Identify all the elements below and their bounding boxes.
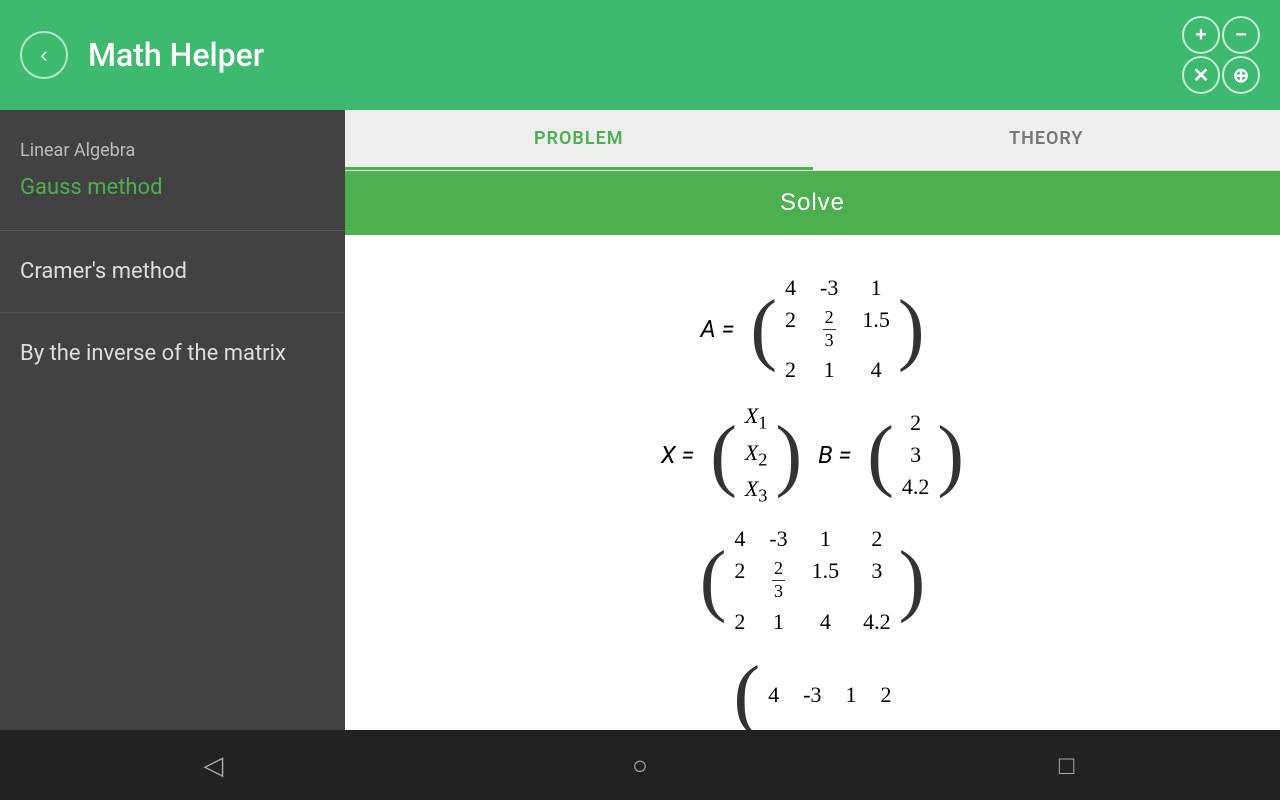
app-title: Math Helper [88, 36, 1182, 74]
cell-x2: X2 [745, 440, 768, 470]
vector-x-wrapper: ( X1 X2 X3 ) [710, 403, 802, 506]
cell-a13: 1 [862, 275, 890, 301]
cell-b1: 2 [902, 410, 930, 436]
vector-x-label: X = [661, 441, 694, 469]
augmented-matrix-block: ( 4 -3 1 2 2 23 1.5 3 2 1 4 4.2 [385, 526, 1240, 634]
zoom-in-button[interactable]: + [1182, 16, 1220, 54]
next-a14: 2 [880, 682, 891, 708]
aug-a31: 2 [734, 609, 745, 635]
aug-a14: 2 [863, 526, 891, 552]
sidebar-item-gauss[interactable]: Gauss method [0, 165, 345, 220]
zoom-out-button[interactable]: − [1222, 16, 1260, 54]
aug-a34: 4.2 [863, 609, 891, 635]
next-matrix-block: ( 4 -3 1 2 [385, 655, 1240, 730]
aug-bracket-right: ) [899, 540, 926, 620]
vector-b-bracket-left: ( [867, 415, 894, 495]
vector-b-label: B = [818, 441, 851, 469]
nav-back-button[interactable]: ◁ [183, 735, 243, 795]
cell-a11: 4 [785, 275, 796, 301]
close-button[interactable]: ✕ [1182, 56, 1220, 94]
matrix-a-bracket-right: ) [898, 289, 925, 369]
aug-a23: 1.5 [812, 558, 840, 602]
vector-b-wrapper: ( 2 3 4.2 ) [867, 410, 964, 500]
matrix-a-bracket-left: ( [750, 289, 777, 369]
zoom-plus-circle-button[interactable]: ⊕ [1222, 56, 1260, 94]
nav-recents-button[interactable]: □ [1037, 735, 1097, 795]
sidebar-item-cramer[interactable]: Cramer's method [0, 241, 345, 302]
vector-b-grid: 2 3 4.2 [902, 410, 930, 500]
aug-a22: 23 [769, 558, 787, 602]
nav-home-button[interactable]: ○ [610, 735, 670, 795]
augmented-matrix-wrapper: ( 4 -3 1 2 2 23 1.5 3 2 1 4 4.2 [700, 526, 926, 634]
cell-a23: 1.5 [862, 307, 890, 351]
augmented-grid: 4 -3 1 2 2 23 1.5 3 2 1 4 4.2 [734, 526, 890, 634]
cell-b2: 3 [902, 442, 930, 468]
next-matrix-grid: 4 -3 1 2 [768, 682, 891, 708]
cell-a32: 1 [820, 357, 838, 383]
vector-x-bracket-left: ( [710, 415, 737, 495]
next-a12: -3 [803, 682, 821, 708]
top-bar: ‹ Math Helper + − ✕ ⊕ [0, 0, 1280, 110]
zoom-controls: + − ✕ ⊕ [1182, 16, 1260, 94]
math-content: A = ( 4 -3 1 2 23 1.5 2 1 4 ) [345, 235, 1280, 730]
cell-a21: 2 [785, 307, 796, 351]
aug-a13: 1 [812, 526, 840, 552]
vectors-xb-block: X = ( X1 X2 X3 ) B = ( 2 3 4.2 [385, 403, 1240, 506]
aug-a24: 3 [863, 558, 891, 602]
matrix-a-block: A = ( 4 -3 1 2 23 1.5 2 1 4 ) [385, 275, 1240, 383]
next-a11: 4 [768, 682, 779, 708]
next-a13: 1 [845, 682, 856, 708]
matrix-a-label: A = [701, 315, 735, 343]
aug-a21: 2 [734, 558, 745, 602]
sidebar-item-inverse[interactable]: By the inverse of the matrix [0, 323, 345, 384]
aug-a32: 1 [769, 609, 787, 635]
cell-b3: 4.2 [902, 474, 930, 500]
aug-a11: 4 [734, 526, 745, 552]
tab-problem[interactable]: PROBLEM [345, 110, 813, 170]
sidebar-divider-2 [0, 312, 345, 313]
next-matrix-wrapper: ( 4 -3 1 2 [734, 655, 892, 730]
back-button[interactable]: ‹ [20, 31, 68, 79]
sidebar-divider-1 [0, 230, 345, 231]
bottom-nav: ◁ ○ □ [0, 730, 1280, 800]
vector-x-bracket-right: ) [775, 415, 802, 495]
sidebar: Linear Algebra Gauss method Cramer's met… [0, 110, 345, 730]
cell-x1: X1 [745, 403, 768, 433]
aug-bracket-left: ( [700, 540, 727, 620]
tab-theory[interactable]: THEORY [813, 110, 1280, 170]
cell-a33: 4 [862, 357, 890, 383]
aug-a12: -3 [769, 526, 787, 552]
vector-b-bracket-right: ) [937, 415, 964, 495]
solve-button-container: Solve [345, 171, 1280, 235]
main-area: Linear Algebra Gauss method Cramer's met… [0, 110, 1280, 730]
content-area: PROBLEM THEORY Solve A = ( 4 -3 1 2 23 [345, 110, 1280, 730]
tabs-bar: PROBLEM THEORY [345, 110, 1280, 171]
cell-x3: X3 [745, 476, 768, 506]
solve-button[interactable]: Solve [780, 189, 845, 217]
matrix-a-grid: 4 -3 1 2 23 1.5 2 1 4 [785, 275, 890, 383]
cell-a12: -3 [820, 275, 838, 301]
cell-a22: 23 [820, 307, 838, 351]
cell-a31: 2 [785, 357, 796, 383]
sidebar-section-label: Linear Algebra [0, 130, 345, 165]
vector-x-grid: X1 X2 X3 [745, 403, 768, 506]
matrix-a-wrapper: ( 4 -3 1 2 23 1.5 2 1 4 ) [750, 275, 924, 383]
aug-a33: 4 [812, 609, 840, 635]
next-bracket-left: ( [734, 655, 761, 730]
